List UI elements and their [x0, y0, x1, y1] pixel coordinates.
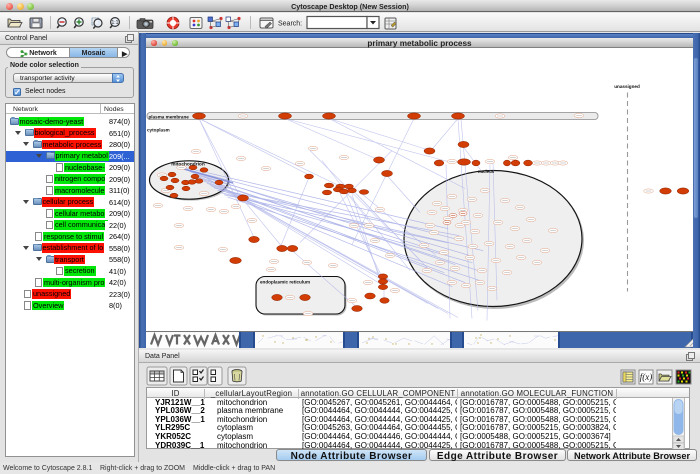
svg-text:nucleus: nucleus — [478, 169, 495, 174]
svg-text:Search:: Search: — [278, 21, 302, 28]
svg-text:1:1: 1:1 — [112, 20, 119, 26]
svg-text:endoplasmic reticulum: endoplasmic reticulum — [260, 279, 310, 284]
svg-text:cytoplasm: cytoplasm — [147, 127, 170, 132]
svg-text:f(x): f(x) — [640, 372, 653, 382]
svg-text:mitochondrion: mitochondrion — [171, 161, 205, 167]
svg-text:plasma membrane: plasma membrane — [149, 114, 190, 119]
svg-text:unassigned: unassigned — [614, 84, 640, 89]
